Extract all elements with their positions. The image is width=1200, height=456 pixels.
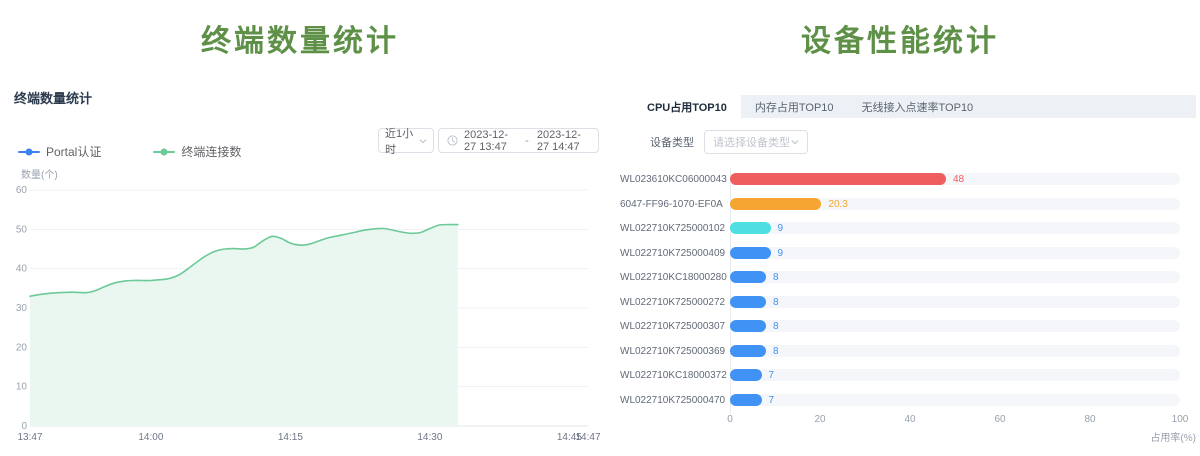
chevron-down-icon [419, 137, 427, 145]
bar-fill [730, 296, 766, 308]
bar-category-label: WL022710K725000102 [620, 223, 722, 234]
clock-icon [447, 135, 458, 146]
device-type-label: 设备类型 [650, 134, 694, 150]
terminal-count-section-title: 终端数量统计 [14, 88, 92, 107]
performance-tabbar: CPU占用TOP10内存占用TOP10无线接入点速率TOP10 [633, 95, 1196, 118]
bar-x-tick-label: 0 [727, 414, 733, 425]
bar-category-label: WL022710KC18000372 [620, 370, 722, 381]
bar-x-tick-label: 60 [994, 414, 1005, 425]
bar-track [730, 369, 1180, 381]
time-range-value: 近1小时 [385, 125, 419, 157]
time-range-select[interactable]: 近1小时 [378, 128, 434, 153]
tab-2[interactable]: 无线接入点速率TOP10 [848, 95, 988, 118]
tab-0[interactable]: CPU占用TOP10 [633, 95, 741, 118]
bar-track [730, 345, 1180, 357]
bar-chart-axis-line [730, 168, 731, 414]
bar-value-label: 8 [773, 272, 779, 283]
bar-fill [730, 247, 771, 259]
bar-value-label: 9 [778, 223, 784, 234]
bar-fill [730, 198, 821, 210]
y-tick-label: 40 [16, 264, 28, 275]
bar-x-tick-label: 20 [814, 414, 825, 425]
x-tick-label: 14:00 [138, 432, 163, 443]
bar-x-tick-label: 100 [1172, 414, 1189, 425]
bar-value-label: 8 [773, 297, 779, 308]
y-tick-label: 30 [16, 303, 28, 314]
bar-fill [730, 394, 762, 406]
x-tick-label: 14:47 [575, 432, 600, 443]
bar-track [730, 271, 1180, 283]
y-tick-label: 0 [21, 421, 27, 432]
bar-value-label: 7 [769, 370, 775, 381]
x-tick-label: 13:47 [17, 432, 42, 443]
bar-fill [730, 320, 766, 332]
bar-category-label: 6047-FF96-1070-EF0A [620, 199, 722, 210]
x-tick-label: 14:15 [278, 432, 303, 443]
bar-track [730, 394, 1180, 406]
date-range-end: 2023-12-27 14:47 [537, 129, 590, 153]
chevron-down-icon [791, 138, 799, 146]
bar-category-label: WL022710K725000307 [620, 321, 722, 332]
bar-fill [730, 222, 771, 234]
tab-1[interactable]: 内存占用TOP10 [741, 95, 848, 118]
bar-track [730, 173, 1180, 185]
bar-value-label: 7 [769, 395, 775, 406]
left-panel-title: 终端数量统计 [0, 16, 600, 60]
legend-line-dot-icon [18, 151, 40, 153]
bar-category-label: WL022710K725000369 [620, 346, 722, 357]
date-range-separator: - [523, 135, 531, 147]
terminal-connections-area [30, 225, 458, 426]
device-type-placeholder: 请选择设备类型 [713, 134, 790, 150]
x-tick-label: 14:30 [417, 432, 442, 443]
date-range-picker[interactable]: 2023-12-27 13:47 - 2023-12-27 14:47 [438, 128, 599, 153]
bar-value-label: 20.3 [828, 199, 847, 210]
bar-x-tick-label: 80 [1084, 414, 1095, 425]
bar-fill [730, 345, 766, 357]
legend-line-dot-icon [153, 151, 175, 153]
y-tick-label: 20 [16, 342, 28, 353]
bar-category-label: WL023610KC06000043 [620, 174, 722, 185]
y-axis-name: 数量(个) [21, 168, 58, 181]
bar-track [730, 320, 1180, 332]
bar-x-axis-name: 占用率(%) [1150, 429, 1196, 444]
bar-fill [730, 271, 766, 283]
y-tick-label: 60 [16, 185, 28, 196]
date-range-start: 2023-12-27 13:47 [464, 129, 517, 153]
bar-category-label: WL022710K725000470 [620, 395, 722, 406]
bar-value-label: 8 [773, 321, 779, 332]
bar-value-label: 48 [953, 174, 964, 185]
y-tick-label: 10 [16, 382, 28, 393]
bar-track [730, 198, 1180, 210]
device-type-select[interactable]: 请选择设备类型 [704, 130, 808, 154]
terminal-count-area-chart: 数量(个) 0 10 20 30 40 50 60 13:47 14:00 14:15 14:30 14… [0, 156, 600, 456]
bar-value-label: 8 [773, 346, 779, 357]
right-panel-title: 设备性能统计 [600, 16, 1200, 60]
bar-category-label: WL022710KC18000280 [620, 272, 722, 283]
bar-track [730, 247, 1180, 259]
bar-fill [730, 369, 762, 381]
bar-category-label: WL022710K725000409 [620, 248, 722, 259]
y-tick-label: 50 [16, 224, 28, 235]
bar-x-tick-label: 40 [904, 414, 915, 425]
bar-track [730, 222, 1180, 234]
bar-value-label: 9 [778, 248, 784, 259]
bar-category-label: WL022710K725000272 [620, 297, 722, 308]
bar-fill [730, 173, 946, 185]
bar-track [730, 296, 1180, 308]
